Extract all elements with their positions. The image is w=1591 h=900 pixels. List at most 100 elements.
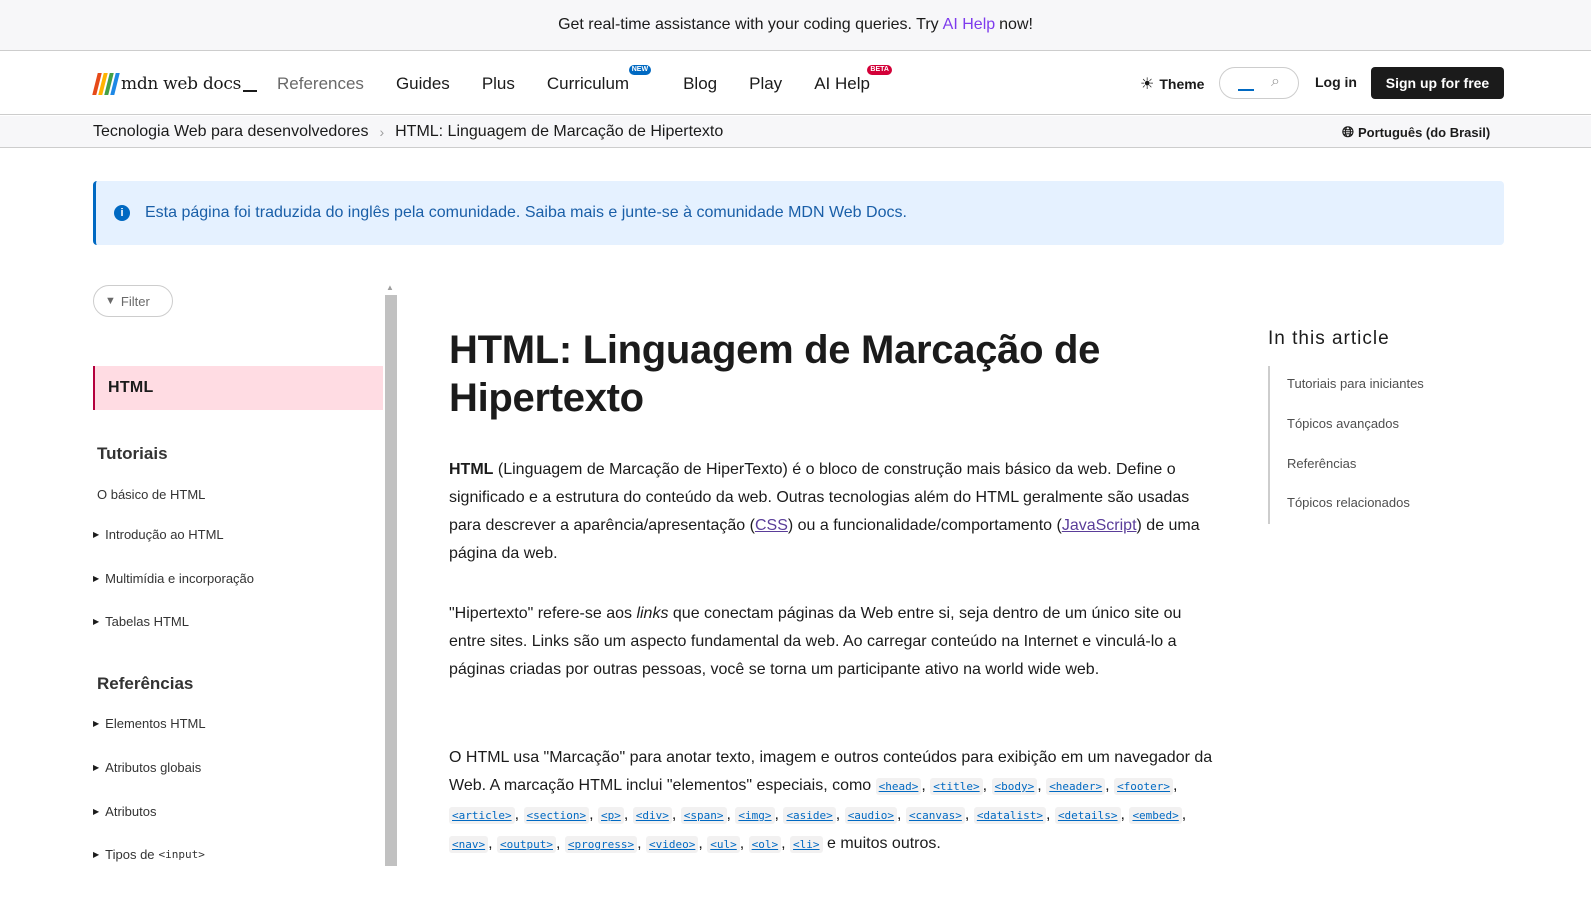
language-selector[interactable]: 🌐︎ Português (do Brasil) [1342, 124, 1490, 141]
sidebar-item-label: Atributos globais [105, 760, 202, 775]
beta-badge: BETA [867, 64, 892, 75]
toc-item-referencias[interactable]: Referências [1287, 456, 1356, 471]
toc-item-tutoriais[interactable]: Tutoriais para iniciantes [1287, 376, 1424, 391]
sidebar-heading-tutoriais: Tutoriais [97, 444, 168, 463]
article-paragraph-2: "Hipertexto" refere-se aos links que con… [449, 600, 1219, 684]
sidebar-scrollbar[interactable] [385, 295, 397, 866]
tag-link[interactable]: <img> [735, 807, 775, 824]
ai-help-banner: Get real-time assistance with your codin… [0, 0, 1591, 51]
article-paragraph-1: HTML (Linguagem de Marcação de HiperText… [449, 456, 1219, 568]
p1-text-2: ) ou a funcionalidade/comportamento ( [787, 517, 1062, 534]
expand-arrow-icon: ▶ [93, 807, 100, 816]
tag-link[interactable]: <output> [497, 836, 556, 853]
scroll-up-arrow-icon[interactable]: ▲ [386, 283, 394, 292]
sidebar-item-basico[interactable]: O básico de HTML [97, 487, 205, 502]
sidebar-heading-referencias: Referências [97, 674, 194, 693]
tag-link[interactable]: <footer> [1114, 778, 1174, 795]
expand-arrow-icon: ▶ [93, 763, 100, 772]
notice-text[interactable]: Esta página foi traduzida do inglês pela… [145, 204, 907, 222]
sidebar-item-tipos-input[interactable]: ▶ Tipos de <input> [93, 847, 205, 862]
chevron-right-icon: › [379, 124, 385, 140]
language-label: Português (do Brasil) [1358, 125, 1491, 140]
sidebar-item-introducao[interactable]: ▶ Introdução ao HTML [93, 527, 224, 542]
sidebar-item-label: Elementos HTML [105, 716, 206, 731]
tag-link[interactable]: <datalist> [973, 807, 1047, 824]
main-menu: References Guides Plus Curriculum NEW Bl… [277, 52, 902, 115]
tag-link[interactable]: <article> [449, 807, 515, 824]
tag-link[interactable]: <title> [930, 778, 983, 795]
tag-link[interactable]: <ul> [707, 836, 740, 853]
breadcrumb: Tecnologia Web para desenvolvedores › HT… [93, 123, 723, 141]
toc-item-topicos-avancados[interactable]: Tópicos avançados [1287, 416, 1399, 431]
expand-arrow-icon: ▶ [93, 719, 100, 728]
javascript-link[interactable]: JavaScript [1062, 517, 1137, 534]
breadcrumb-bar: Tecnologia Web para desenvolvedores › HT… [0, 116, 1591, 148]
tag-link[interactable]: <canvas> [905, 807, 965, 824]
css-link[interactable]: CSS [755, 517, 788, 534]
tag-link[interactable]: <section> [523, 807, 590, 824]
tag-link[interactable]: <ol> [748, 836, 782, 853]
menu-references[interactable]: References [277, 74, 364, 94]
tag-link[interactable]: <details> [1054, 807, 1121, 824]
tag-link[interactable]: <video> [646, 836, 699, 853]
expand-arrow-icon: ▶ [93, 617, 100, 626]
login-link[interactable]: Log in [1315, 74, 1357, 90]
tag-link[interactable]: <body> [991, 778, 1038, 795]
sidebar-item-atributos-globais[interactable]: ▶ Atributos globais [93, 760, 201, 775]
sidebar-item-tabelas[interactable]: ▶ Tabelas HTML [93, 614, 189, 629]
signup-button[interactable]: Sign up for free [1371, 67, 1504, 99]
menu-guides[interactable]: Guides [396, 74, 450, 94]
menu-plus[interactable]: Plus [482, 74, 515, 94]
sidebar-item-html[interactable]: HTML [93, 366, 383, 410]
logo-cursor-icon [243, 90, 258, 92]
globe-icon: 🌐︎ [1342, 124, 1355, 141]
menu-curriculum[interactable]: Curriculum NEW [546, 64, 652, 94]
sidebar-item-label: Introdução ao HTML [105, 527, 224, 542]
toc-divider [1268, 366, 1270, 524]
sidebar-item-elementos[interactable]: ▶ Elementos HTML [93, 716, 206, 731]
tag-link[interactable]: <aside> [783, 807, 836, 824]
breadcrumb-item-web-tech[interactable]: Tecnologia Web para desenvolvedores [93, 123, 368, 141]
tag-link[interactable]: <li> [790, 836, 823, 853]
info-icon: i [114, 205, 130, 221]
tag-link[interactable]: <head> [875, 778, 922, 795]
breadcrumb-item-html[interactable]: HTML: Linguagem de Marcação de Hipertext… [395, 123, 723, 141]
mdn-logo[interactable]: mdn web docs [92, 72, 258, 96]
filter-icon: ▼ [105, 295, 116, 307]
page-title: HTML: Linguagem de Marcação de Hipertext… [449, 328, 1101, 420]
tag-link[interactable]: <embed> [1129, 807, 1182, 824]
sidebar-filter-button[interactable]: ▼ Filter [93, 285, 173, 317]
theme-toggle[interactable]: ☀ Theme [1140, 74, 1204, 94]
toc-item-topicos-relacionados[interactable]: Tópicos relacionados [1287, 495, 1410, 510]
tag-link[interactable]: <p> [598, 807, 624, 824]
tag-link[interactable]: <span> [680, 807, 727, 824]
filter-label: Filter [120, 293, 150, 309]
tag-link[interactable]: <div> [632, 807, 672, 824]
banner-text: Get real-time assistance with your codin… [558, 16, 939, 33]
menu-play[interactable]: Play [749, 74, 782, 94]
html-strong: HTML [449, 461, 494, 478]
new-badge: NEW [628, 64, 652, 75]
tag-link[interactable]: <progress> [564, 836, 638, 853]
search-icon[interactable]: ⌕ [1271, 73, 1280, 91]
banner-ai-help-link[interactable]: AI Help [943, 16, 995, 34]
search-caret [1238, 89, 1254, 91]
translation-notice: i Esta página foi traduzida do inglês pe… [93, 181, 1504, 245]
sidebar-item-label: Tabelas HTML [105, 614, 189, 629]
sidebar-item-multimidia[interactable]: ▶ Multimídia e incorporação [93, 571, 254, 586]
tag-link[interactable]: <header> [1046, 778, 1106, 795]
p3-text-2: e muitos outros. [827, 835, 941, 852]
sun-icon: ☀ [1140, 76, 1155, 93]
sidebar-item-atributos[interactable]: ▶ Atributos [93, 804, 156, 819]
tag-link[interactable]: <nav> [449, 836, 489, 853]
menu-ai-help[interactable]: AI Help BETA [814, 64, 892, 94]
search-input[interactable]: ⌕ [1219, 67, 1299, 99]
mdn-logo-icon [92, 73, 120, 95]
theme-label: Theme [1159, 76, 1205, 92]
menu-curriculum-label: Curriculum [546, 73, 630, 93]
menu-blog[interactable]: Blog [683, 74, 717, 94]
top-navigation: mdn web docs References Guides Plus Curr… [0, 52, 1591, 115]
tag-link[interactable]: <audio> [844, 807, 898, 824]
sidebar-input-code: <input> [158, 848, 205, 861]
sidebar-item-label: Atributos [105, 804, 157, 819]
